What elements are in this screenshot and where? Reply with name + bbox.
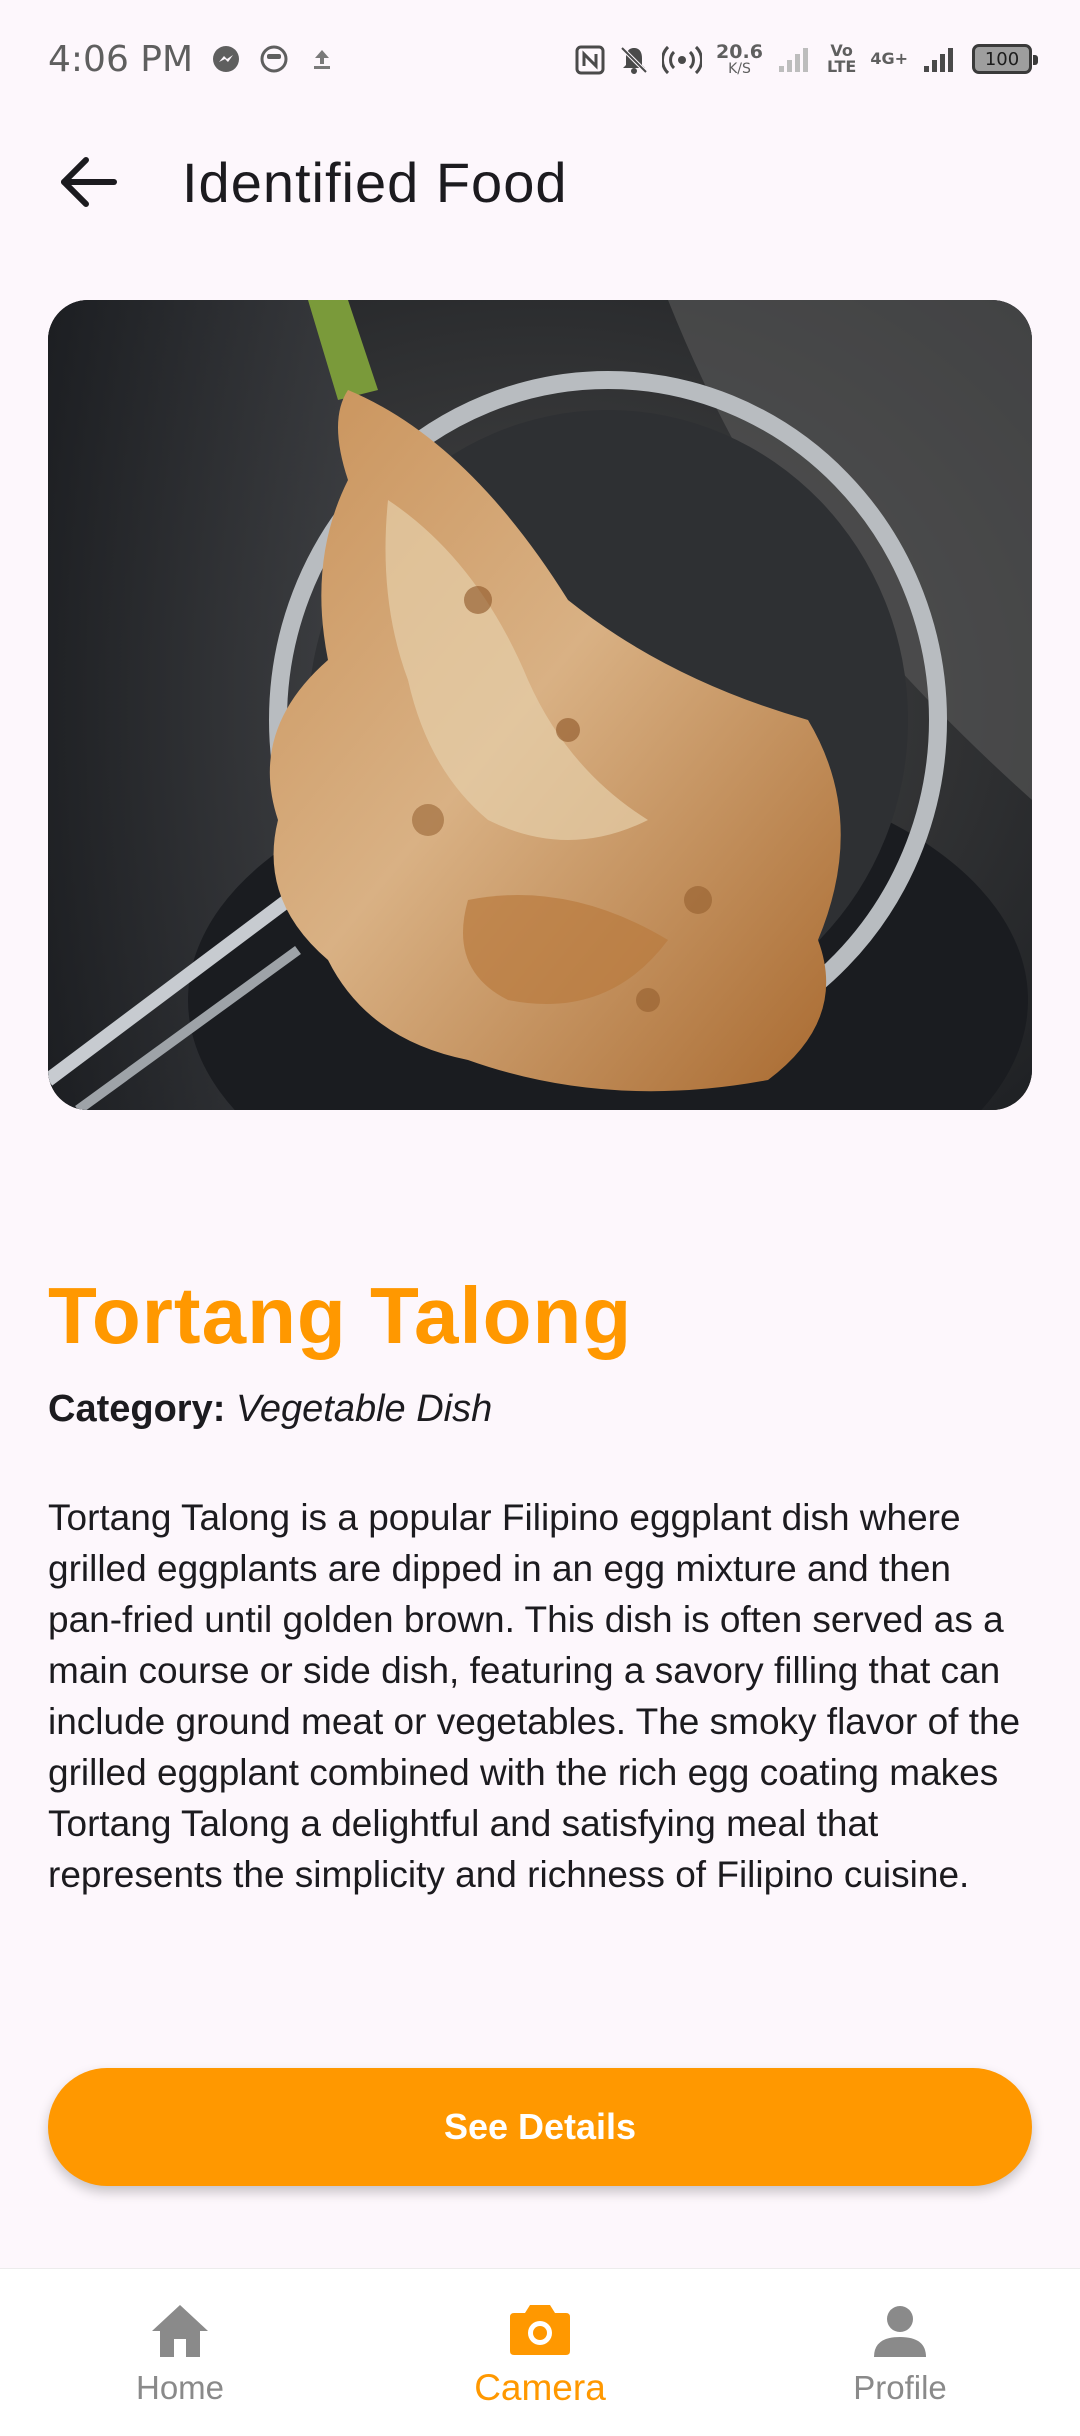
see-details-button[interactable]: See Details bbox=[48, 2068, 1032, 2186]
category-label: Category: bbox=[48, 1388, 226, 1430]
net-speed-unit: K/S bbox=[728, 60, 751, 77]
food-name: Tortang Talong bbox=[48, 1271, 633, 1360]
nav-item-camera[interactable]: Camera bbox=[390, 2297, 690, 2409]
status-right: 20.6 K/S Vo LTE 4G+ 100 bbox=[574, 40, 1038, 77]
battery-icon: 100 bbox=[972, 44, 1038, 74]
nfc-icon bbox=[574, 44, 605, 75]
nav-item-profile[interactable]: Profile bbox=[750, 2299, 1050, 2407]
hotspot-icon bbox=[661, 44, 704, 75]
nav-item-home[interactable]: Home bbox=[30, 2299, 330, 2407]
bell-off-icon bbox=[618, 44, 648, 74]
nav-label-home: Home bbox=[135, 2369, 225, 2406]
volte-bottom: LTE bbox=[826, 57, 857, 76]
signal-icon bbox=[922, 44, 958, 74]
nav-label-camera: Camera bbox=[474, 2367, 606, 2408]
back-button[interactable] bbox=[38, 132, 138, 232]
app-bar: Identified Food bbox=[0, 118, 1080, 246]
category-line: Category: Vegetable Dish bbox=[48, 1388, 492, 1431]
status-time: 4:06 PM bbox=[48, 38, 194, 80]
food-photo bbox=[48, 300, 1032, 1110]
signal-icon bbox=[777, 44, 813, 74]
messenger-icon bbox=[211, 44, 241, 74]
nav-label-profile: Profile bbox=[853, 2369, 947, 2406]
upload-icon bbox=[307, 44, 337, 74]
camera-icon bbox=[508, 2297, 572, 2361]
arrow-back-icon bbox=[61, 157, 117, 207]
person-icon bbox=[868, 2299, 932, 2363]
net-speed-value: 20.6 bbox=[716, 40, 763, 63]
status-left: 4:06 PM bbox=[48, 39, 337, 80]
status-bar: 4:06 PM 20.6 K/S Vo LTE 4G+ 100 bbox=[0, 0, 1080, 118]
home-icon bbox=[148, 2299, 212, 2363]
net-speed: 20.6 K/S bbox=[716, 40, 763, 77]
food-description: Tortang Talong is a popular Filipino egg… bbox=[48, 1497, 1021, 1895]
network-type: 4G+ bbox=[870, 49, 908, 68]
screen: 4:06 PM 20.6 K/S Vo LTE 4G+ 100 Identifi… bbox=[0, 0, 1080, 2436]
category-value: Vegetable Dish bbox=[235, 1388, 493, 1430]
volte-indicator: Vo LTE bbox=[827, 43, 856, 75]
smiley-icon bbox=[259, 44, 289, 74]
network-indicator: 4G+ bbox=[870, 51, 908, 67]
bottom-navigation: Home Camera Profile bbox=[0, 2268, 1080, 2436]
page-title: Identified Food bbox=[182, 150, 568, 214]
battery-level: 100 bbox=[984, 48, 1020, 70]
